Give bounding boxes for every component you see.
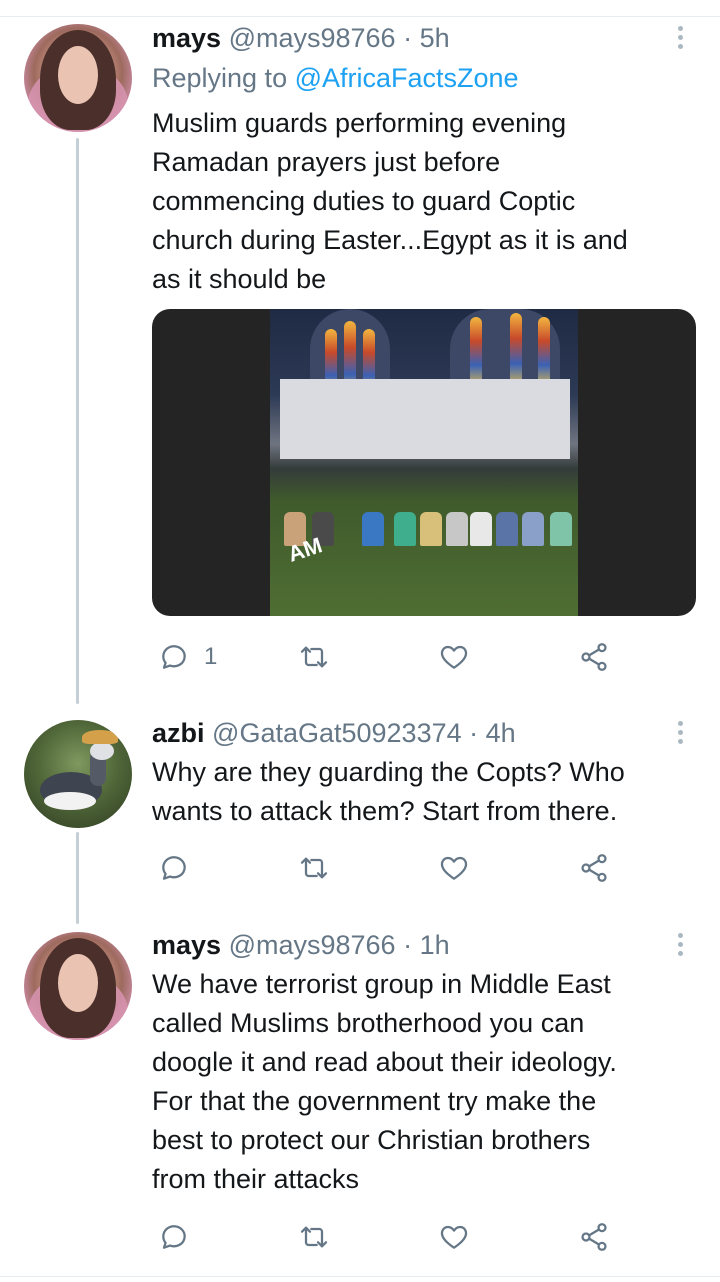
tweet-actions	[152, 848, 692, 888]
share-icon	[581, 854, 607, 882]
tweet-time[interactable]: · 5h	[403, 23, 450, 53]
like-button[interactable]	[438, 848, 470, 888]
avatar[interactable]	[24, 720, 132, 828]
church-photo[interactable]: AM	[270, 309, 578, 616]
tweet-text-line: best to protect our Christian brothers	[152, 1125, 591, 1155]
tweet-text-line: Muslim guards performing evening	[152, 108, 567, 138]
tweet-time[interactable]: · 1h	[403, 930, 450, 960]
tweet-time[interactable]: · 4h	[469, 718, 516, 748]
retweet-icon	[300, 1226, 328, 1248]
more-vertical-icon[interactable]	[670, 721, 690, 751]
bottom-divider	[0, 1276, 720, 1277]
tweet-header: mays @mays98766 · 5h	[152, 20, 450, 56]
retweet-button[interactable]	[298, 848, 330, 888]
like-button[interactable]	[438, 637, 470, 677]
avatar[interactable]	[24, 932, 132, 1040]
tweet-actions: 1	[152, 637, 692, 677]
tweet-text-line: commencing duties to guard Coptic	[152, 186, 576, 216]
tweet-text-line: Why are they guarding the Copts? Who	[152, 757, 625, 787]
tweet-text-line: from their attacks	[152, 1164, 360, 1194]
user-handle[interactable]: @mays98766	[229, 23, 396, 53]
user-handle[interactable]: @mays98766	[229, 930, 396, 960]
tweet-text-line: Ramadan prayers just before	[152, 147, 501, 177]
top-divider	[0, 16, 720, 17]
replying-to: Replying to @AfricaFactsZone	[152, 60, 519, 96]
reply-button[interactable]: 1	[158, 637, 217, 677]
tweet-text: Why are they guarding the Copts? Who wan…	[152, 753, 692, 831]
reply-button[interactable]	[158, 848, 190, 888]
mention-link[interactable]: @AfricaFactsZone	[295, 63, 519, 93]
replying-to-label: Replying to	[152, 63, 295, 93]
reply-button[interactable]	[158, 1217, 190, 1257]
tweet-header: mays @mays98766 · 1h	[152, 927, 450, 963]
retweet-button[interactable]	[298, 1217, 330, 1257]
share-icon	[581, 1223, 607, 1251]
tweet-text-line: wants to attack them? Start from there.	[152, 796, 618, 826]
share-button[interactable]	[578, 848, 610, 888]
reply-count: 1	[204, 643, 218, 670]
more-vertical-icon[interactable]	[670, 26, 690, 56]
tweet-text-line: as it should be	[152, 264, 327, 294]
tweet-text-line: called Muslims brotherhood you can	[152, 1008, 585, 1038]
user-handle[interactable]: @GataGat50923374	[212, 718, 462, 748]
tweet-text: Muslim guards performing evening Ramadan…	[152, 104, 692, 299]
tweet-header: azbi @GataGat50923374 · 4h	[152, 715, 516, 751]
heart-icon	[440, 645, 468, 669]
more-vertical-icon[interactable]	[670, 933, 690, 963]
tweet-actions	[152, 1217, 692, 1257]
reply-icon	[162, 856, 186, 880]
retweet-icon	[300, 646, 328, 668]
share-icon	[581, 643, 607, 671]
tweet-text-line: doogle it and read about their ideology.	[152, 1047, 617, 1077]
tweet-text-line: church during Easter...Egypt as it is an…	[152, 225, 628, 255]
heart-icon	[440, 1225, 468, 1249]
reply-icon	[162, 1225, 186, 1249]
share-button[interactable]	[578, 1217, 610, 1257]
retweet-button[interactable]	[298, 637, 330, 677]
retweet-icon	[300, 857, 328, 879]
thread-line	[76, 138, 79, 704]
like-button[interactable]	[438, 1217, 470, 1257]
thread-line	[76, 832, 79, 924]
avatar[interactable]	[24, 24, 132, 132]
heart-icon	[440, 856, 468, 880]
user-name[interactable]: mays	[152, 23, 221, 53]
tweet-text: We have terrorist group in Middle East c…	[152, 965, 692, 1199]
tweet-media[interactable]: AM	[152, 309, 696, 616]
user-name[interactable]: azbi	[152, 718, 205, 748]
reply-icon	[162, 645, 186, 669]
tweet-text-line: We have terrorist group in Middle East	[152, 969, 611, 999]
tweet-text-line: For that the government try make the	[152, 1086, 597, 1116]
share-button[interactable]	[578, 637, 610, 677]
user-name[interactable]: mays	[152, 930, 221, 960]
